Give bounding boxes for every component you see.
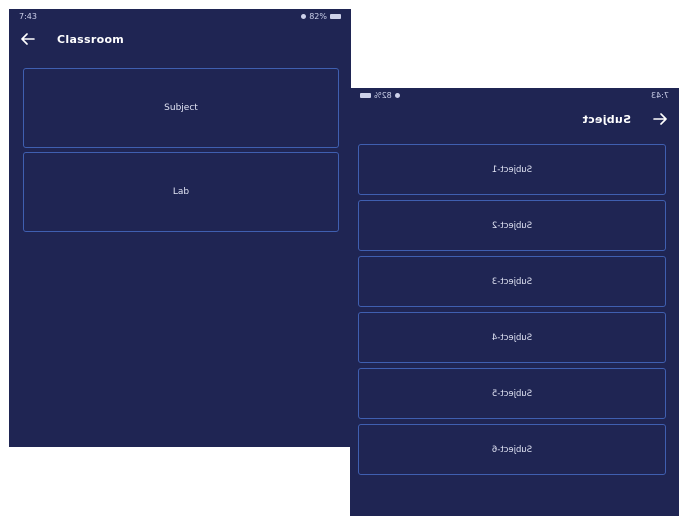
status-bar: 7:43 82% [350,88,679,102]
status-bar: 7:43 82% [9,9,351,23]
notification-icon [301,13,307,19]
notification-icon [394,92,400,98]
app-bar: Subject [350,106,679,132]
lab-card[interactable]: Lab [23,152,339,232]
back-arrow-icon[interactable] [649,109,671,129]
subject-screen: 7:43 82% Subject Subject-1 Subject-2 Sub… [350,88,679,516]
back-arrow-icon[interactable] [17,29,39,49]
subject-list: Subject-1 Subject-2 Subject-3 Subject-4 … [358,144,666,480]
battery-icon [330,13,341,19]
card-label: Subject-5 [491,388,533,399]
card-label: Subject-2 [491,220,533,231]
subject-item-1[interactable]: Subject-1 [358,144,666,195]
card-label: Subject-4 [491,332,533,343]
mirrored-content: 7:43 82% Subject Subject-1 Subject-2 Sub… [350,88,679,516]
card-label: Subject-6 [491,444,533,455]
subject-item-2[interactable]: Subject-2 [358,200,666,251]
subject-item-3[interactable]: Subject-3 [358,256,666,307]
subject-item-6[interactable]: Subject-6 [358,424,666,475]
battery-percent: 82% [374,90,392,100]
app-bar: Classroom [9,25,351,53]
card-label: Subject [164,103,198,113]
status-time: 7:43 [19,11,37,21]
status-indicators: 82% [360,91,400,100]
status-indicators: 82% [301,12,341,21]
card-label: Subject-1 [491,164,533,175]
card-label: Lab [172,187,190,197]
classroom-screen: 7:43 82% Classroom Subject Lab [9,9,351,447]
subject-item-5[interactable]: Subject-5 [358,368,666,419]
battery-percent: 82% [309,11,327,21]
menu-list: Subject Lab [23,68,339,236]
status-time: 7:43 [651,90,669,100]
subject-card[interactable]: Subject [23,68,339,148]
battery-icon [360,92,371,98]
page-title: Classroom [57,32,125,46]
subject-item-4[interactable]: Subject-4 [358,312,666,363]
card-label: Subject-3 [491,276,533,287]
page-title: Subject [582,112,631,126]
